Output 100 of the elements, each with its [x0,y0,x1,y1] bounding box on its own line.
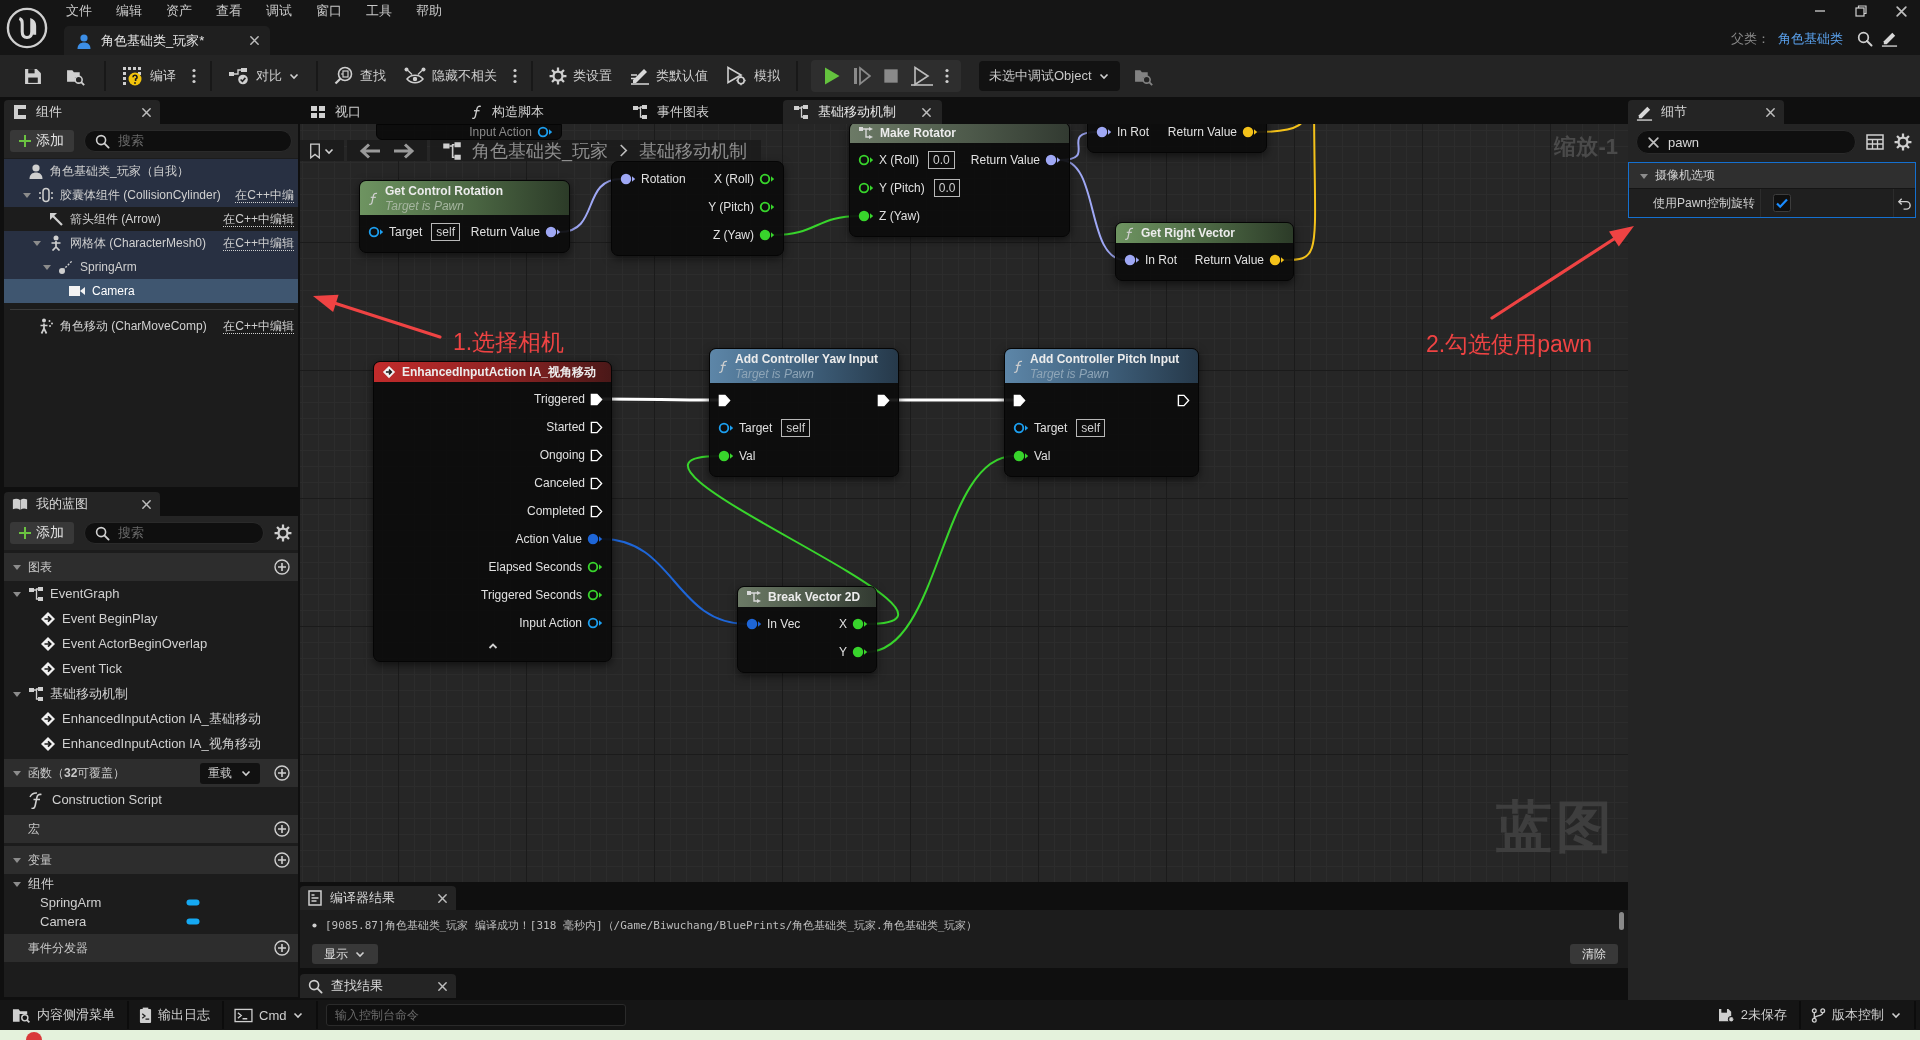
stop-icon[interactable] [883,67,899,85]
pin-default-field[interactable]: 0.0 [933,179,961,197]
debug-object-dropdown[interactable]: 未选中调试Object [979,61,1120,91]
category-header[interactable]: 摄像机选项 [1629,163,1915,188]
blueprint-node[interactable]: Add Controller Pitch Input Target is Pawn Target self Val [1004,348,1199,477]
exec-pin-icon[interactable] [590,392,603,406]
data-pin-icon[interactable] [759,173,775,185]
panel-tab[interactable]: 查找结果 [300,974,456,998]
data-pin-icon[interactable] [852,618,868,630]
exec-pin-icon[interactable] [590,448,603,462]
blueprint-item[interactable]: SpringArm [40,895,102,910]
exec-pin-icon[interactable] [590,504,603,518]
data-pin-icon[interactable] [718,422,734,434]
back-arrow-icon[interactable] [359,142,381,159]
blueprint-node[interactable]: EnhancedInputAction IA_视角移动 Triggered Started Ongoing Canceled Completed Action Value Elapsed Seconds Triggered Seconds Input Action [373,361,612,662]
data-pin-icon[interactable] [1124,254,1140,266]
close-icon[interactable] [437,980,448,992]
expand-triangle-icon[interactable] [12,562,22,572]
close-icon[interactable] [141,498,152,510]
search-icon[interactable] [1857,30,1873,47]
add-circle-icon[interactable] [274,940,290,956]
component-row[interactable]: 网格体 (CharacterMesh0) 在C++中编辑 [4,231,298,255]
blueprint-item[interactable]: Event BeginPlay [62,611,158,626]
data-pin-icon[interactable] [852,646,868,658]
checkbox[interactable] [1773,194,1791,212]
add-circle-icon[interactable] [274,821,290,837]
blueprint-item[interactable]: 基础移动机制 [50,684,128,703]
simulate-button[interactable]: 模拟 [719,60,787,92]
breadcrumb-current[interactable]: 基础移动机制 [639,140,747,161]
eject-icon[interactable] [911,66,933,86]
data-pin-icon[interactable] [1013,422,1029,434]
data-pin-icon[interactable] [718,450,734,462]
menu-item[interactable]: 窗口 [304,1,354,21]
blueprint-item[interactable]: EventGraph [50,586,120,601]
section-header[interactable]: 宏 [4,815,298,843]
exec-pin-icon[interactable] [1177,393,1190,407]
document-tab[interactable]: 角色基础类_玩家* [64,26,270,55]
blueprint-item[interactable]: 组件 [28,874,54,893]
menu-item[interactable]: 文件 [54,1,104,21]
menu-item[interactable]: 工具 [354,1,404,21]
graph-tab[interactable]: 构造脚本 [461,100,620,124]
component-row[interactable]: SpringArm [4,255,298,279]
forward-arrow-icon[interactable] [393,142,415,159]
data-pin-icon[interactable] [620,173,636,185]
exec-pin-icon[interactable] [718,393,731,407]
pin-default-field[interactable]: self [781,419,811,437]
data-pin-icon[interactable] [545,226,561,238]
blueprint-item[interactable]: Camera [40,914,87,929]
more-options-icon[interactable] [192,68,196,84]
search-field[interactable]: 搜索 [84,130,292,152]
restore-icon[interactable] [1854,4,1868,18]
clear-button[interactable]: 清除 [1570,944,1618,964]
data-pin-icon[interactable] [858,182,874,194]
data-pin-icon[interactable] [368,226,384,238]
panel-tab[interactable]: 我的蓝图 [4,492,160,516]
blueprint-item[interactable]: EnhancedInputAction IA_基础移动 [62,709,261,728]
more-options-icon[interactable] [513,68,517,84]
edit-in-cpp-link[interactable]: 在C++中编辑 [223,210,294,228]
data-pin-icon[interactable] [759,201,775,213]
data-pin-icon[interactable] [1096,126,1112,138]
menu-item[interactable]: 查看 [204,1,254,21]
diff-button[interactable]: 对比 [221,60,307,92]
component-row[interactable]: 角色基础类_玩家（自我） [4,159,298,183]
settings-icon[interactable] [1894,133,1912,151]
blueprint-node[interactable]: In Rot Return Value [1087,124,1267,153]
data-pin-icon[interactable] [1242,126,1258,138]
exec-pin-icon[interactable] [1013,393,1026,407]
hide-unrelated-button[interactable]: 隐藏不相关 [397,60,504,92]
close-icon[interactable] [437,892,448,904]
breadcrumb-link[interactable]: 角色基础类_玩家 [472,140,608,161]
expand-triangle-icon[interactable] [12,768,22,778]
blueprint-item[interactable]: EnhancedInputAction IA_视角移动 [62,734,261,753]
menu-item[interactable]: 调试 [254,1,304,21]
scrollbar-thumb[interactable] [1619,912,1624,930]
blueprint-item[interactable]: Construction Script [52,792,162,807]
data-pin-icon[interactable] [587,561,603,573]
pin-default-field[interactable]: self [431,223,461,241]
search-field[interactable]: pawn [1636,130,1856,154]
section-header[interactable]: 函数（32可覆盖） 重载 [4,759,298,787]
add-circle-icon[interactable] [274,559,290,575]
table-icon[interactable] [1866,134,1884,150]
edit-in-cpp-link[interactable]: 在C++中编辑 [223,234,294,252]
expand-triangle-icon[interactable] [42,262,52,272]
menu-item[interactable]: 帮助 [404,1,454,21]
blueprint-node[interactable]: Make Rotator X (Roll) 0.0 Return Value Y (Pitch) 0.0 Z (Yaw) [849,124,1070,237]
blueprint-node[interactable]: Break Vector 2D In Vec X Y [737,586,877,673]
data-pin-icon[interactable] [858,210,874,222]
close-icon[interactable] [1765,106,1776,118]
exec-pin-icon[interactable] [590,476,603,490]
component-row[interactable]: 角色移动 (CharMoveComp) 在C++中编辑 [4,314,298,338]
settings-icon[interactable] [274,524,292,542]
data-pin-icon[interactable] [1045,154,1061,166]
find-button[interactable]: 查找 [327,60,393,92]
component-row[interactable]: Camera [4,279,298,303]
data-pin-icon[interactable] [1269,254,1285,266]
menu-item[interactable]: 资产 [154,1,204,21]
add-button[interactable]: 添加 [10,522,74,544]
graph-tab[interactable]: 视口 [300,100,459,124]
blueprint-item[interactable]: Event Tick [62,661,122,676]
graph-tab[interactable]: 事件图表 [622,100,781,124]
